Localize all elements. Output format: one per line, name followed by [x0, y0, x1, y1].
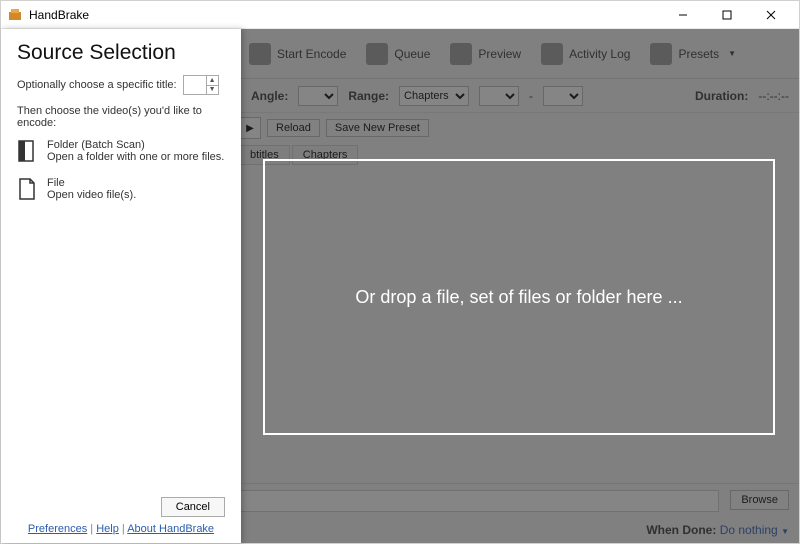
title-number-input[interactable] — [184, 76, 206, 94]
app-icon — [7, 7, 23, 23]
titlebar: HandBrake — [1, 1, 799, 29]
drop-zone[interactable]: Or drop a file, set of files or folder h… — [263, 159, 775, 435]
folder-desc: Open a folder with one or more files. — [47, 151, 224, 163]
source-selection-panel: Source Selection Optionally choose a spe… — [1, 29, 241, 543]
title-number-stepper[interactable]: ▲▼ — [183, 75, 219, 95]
folder-icon — [17, 139, 37, 163]
preferences-link[interactable]: Preferences — [28, 523, 87, 535]
panel-heading: Source Selection — [17, 41, 225, 65]
file-title: File — [47, 177, 136, 189]
minimize-button[interactable] — [661, 1, 705, 29]
instruction-text: Then choose the video(s) you'd like to e… — [17, 105, 225, 129]
source-option-folder[interactable]: Folder (Batch Scan) Open a folder with o… — [17, 139, 225, 163]
file-icon — [17, 177, 37, 201]
stepper-up-icon[interactable]: ▲ — [207, 76, 218, 86]
file-desc: Open video file(s). — [47, 189, 136, 201]
close-button[interactable] — [749, 1, 793, 29]
specific-title-label: Optionally choose a specific title: — [17, 79, 177, 91]
drop-zone-text: Or drop a file, set of files or folder h… — [355, 287, 682, 308]
stepper-down-icon[interactable]: ▼ — [207, 86, 218, 95]
help-link[interactable]: Help — [96, 523, 119, 535]
about-link[interactable]: About HandBrake — [127, 523, 214, 535]
source-option-file[interactable]: File Open video file(s). — [17, 177, 225, 201]
folder-title: Folder (Batch Scan) — [47, 139, 224, 151]
footer-links: Preferences | Help | About HandBrake — [17, 523, 225, 535]
maximize-button[interactable] — [705, 1, 749, 29]
cancel-button[interactable]: Cancel — [161, 497, 225, 517]
window-title: HandBrake — [29, 8, 661, 22]
